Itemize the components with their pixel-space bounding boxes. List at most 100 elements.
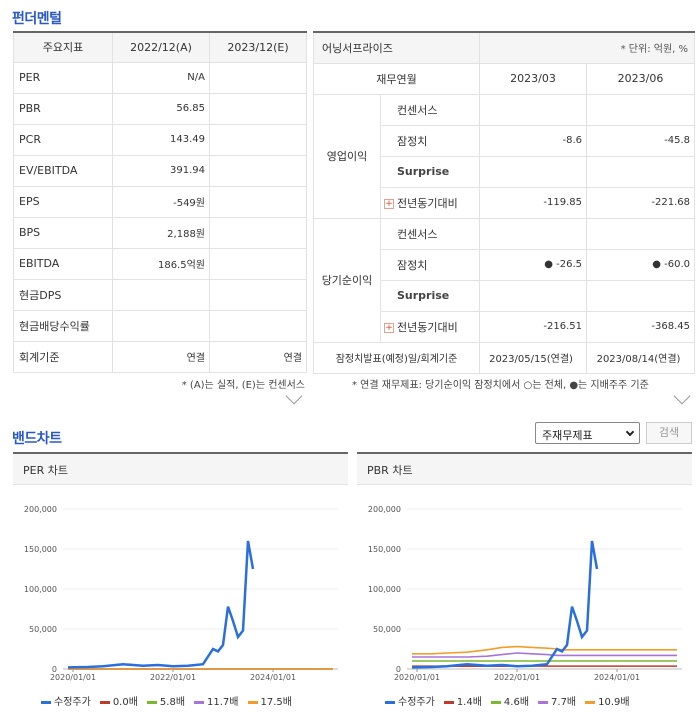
fundamental-row-label: PBR bbox=[13, 92, 113, 125]
band-chart-title: 밴드차트 bbox=[12, 431, 62, 447]
fundamental-row-estimate bbox=[209, 154, 307, 187]
fundamental-row-actual: 56.85 bbox=[112, 92, 210, 125]
chevron-down-icon bbox=[625, 427, 635, 437]
legend-item[interactable]: 5.8배 bbox=[146, 697, 186, 708]
legend-item[interactable]: 7.7배 bbox=[538, 697, 576, 708]
earnings-value-2023-03: -119.85 bbox=[479, 186, 587, 219]
earnings-value-2023-03: -8.6 bbox=[479, 124, 587, 157]
earnings-row-label-text: 전년동기대비 bbox=[397, 320, 458, 334]
fundamental-row-estimate bbox=[209, 247, 307, 280]
fundamental-row-actual bbox=[112, 278, 210, 311]
legend-label: 0.0배 bbox=[112, 697, 138, 708]
legend-label: 5.8배 bbox=[159, 697, 186, 708]
legend-item[interactable]: 17.5배 bbox=[247, 697, 292, 708]
per-chart-title: PER 차트 bbox=[13, 454, 348, 485]
earnings-row-label: 잠정치 bbox=[380, 124, 480, 157]
announce-date-2023-06: 2023/08/14(연결) bbox=[585, 341, 696, 374]
fundamental-row-estimate bbox=[209, 123, 307, 156]
legend-label: 수정주가 bbox=[398, 697, 435, 708]
earnings-unit: * 단위: 억원, % bbox=[478, 31, 696, 64]
legend-swatch bbox=[585, 700, 596, 704]
earnings-value-2023-06 bbox=[585, 217, 696, 250]
earnings-value-2023-03: -216.51 bbox=[479, 310, 587, 343]
statement-select-value: 주재무제표 bbox=[542, 429, 593, 442]
fundamental-row-actual bbox=[112, 309, 210, 342]
legend-item[interactable]: 11.7배 bbox=[194, 697, 239, 708]
fundamental-row: EPS -549원 bbox=[13, 185, 307, 218]
earnings-group-label: 영업이익 bbox=[313, 93, 381, 219]
earnings-value-2023-03: ● -26.5 bbox=[479, 248, 587, 281]
fundamental-row: EBITDA 186.5억원 bbox=[13, 247, 307, 280]
earnings-value-2023-03 bbox=[479, 279, 587, 312]
earnings-row-label: + 전년동기대비 bbox=[380, 186, 480, 219]
earnings-row-label: + 전년동기대비 bbox=[380, 310, 480, 343]
legend-swatch bbox=[538, 700, 549, 704]
legend-swatch bbox=[146, 700, 157, 704]
legend-item[interactable]: 1.4배 bbox=[443, 697, 482, 708]
fundamental-row: PER N/A bbox=[13, 61, 307, 94]
y-tick-label: 150,000 bbox=[24, 545, 57, 554]
fundamental-row: BPS 2,188원 bbox=[13, 216, 307, 249]
pbr-chart-panel: PBR 차트 200,000 150,000 100,000 50,000 0 2020/… bbox=[357, 452, 692, 710]
legend-swatch bbox=[490, 700, 501, 704]
col-header-period: 재무연월 bbox=[313, 62, 480, 95]
earnings-row-label: Surprise bbox=[380, 155, 480, 188]
y-tick-label: 50,000 bbox=[29, 625, 57, 634]
earnings-expand-chevron-icon[interactable] bbox=[673, 387, 691, 405]
fundamental-row-actual: -549원 bbox=[112, 185, 210, 218]
x-tick-label: 2020/01/01 bbox=[50, 673, 96, 682]
earnings-value-2023-06: -45.8 bbox=[585, 124, 696, 157]
expand-plus-icon[interactable]: + bbox=[384, 322, 394, 333]
legend-item[interactable]: 10.9배 bbox=[585, 697, 630, 708]
fundamental-row-estimate bbox=[209, 278, 307, 311]
legend-label: 1.4배 bbox=[456, 697, 482, 708]
fundamental-row-label: 회계기준 bbox=[13, 340, 113, 373]
legend-swatch bbox=[443, 700, 454, 704]
earnings-row-label: 잠정치 bbox=[380, 248, 480, 281]
earnings-value-2023-03 bbox=[479, 155, 587, 188]
legend-swatch bbox=[194, 700, 205, 704]
per-chart-panel: PER 차트 200,000 150,000 100,000 50,000 0 2020/… bbox=[13, 452, 348, 710]
fundamental-row-actual: 연결 bbox=[112, 340, 210, 373]
earnings-note: * 연결 재무제표: 당기순이익 잠정치에서 ○는 전체, ●는 지배주주 기준 bbox=[352, 380, 649, 391]
series-line bbox=[67, 540, 255, 669]
search-button[interactable]: 검색 bbox=[646, 422, 692, 444]
earnings-value-2023-06 bbox=[585, 93, 696, 126]
col-header-indicator: 주요지표 bbox=[13, 31, 113, 63]
statement-select[interactable]: 주재무제표 bbox=[535, 422, 640, 444]
x-tick-label: 2022/01/01 bbox=[494, 673, 540, 682]
fundamental-row-estimate bbox=[209, 309, 307, 342]
earnings-value-2023-06 bbox=[585, 279, 696, 312]
earnings-row-label: 컨센서스 bbox=[380, 217, 480, 250]
legend-item[interactable]: 4.6배 bbox=[490, 697, 529, 708]
legend-item[interactable]: 수정주가 bbox=[41, 697, 91, 708]
announce-date-2023-03: 2023/05/15(연결) bbox=[479, 341, 587, 374]
fundamental-row-actual: N/A bbox=[112, 61, 210, 94]
legend-item[interactable]: 0.0배 bbox=[99, 697, 138, 708]
earnings-value-2023-06 bbox=[585, 155, 696, 188]
legend-label: 11.7배 bbox=[207, 697, 239, 708]
legend-item[interactable]: 수정주가 bbox=[385, 697, 435, 708]
series-line bbox=[412, 645, 677, 655]
fundamental-row-estimate bbox=[209, 216, 307, 249]
fundamental-row-actual: 143.49 bbox=[112, 123, 210, 156]
legend-swatch bbox=[99, 700, 110, 704]
y-tick-label: 50,000 bbox=[373, 625, 401, 634]
x-tick-label: 2024/01/01 bbox=[250, 673, 296, 682]
legend-swatch bbox=[41, 700, 51, 704]
earnings-value-2023-03 bbox=[479, 93, 587, 126]
fundamental-row-estimate bbox=[209, 185, 307, 218]
pbr-chart-legend: 수정주가 1.4배 4.6배 7.7배 10.9배 bbox=[385, 693, 639, 708]
fundamental-row: 현금DPS bbox=[13, 278, 307, 311]
fundamental-row: 회계기준 연결 연결 bbox=[13, 340, 307, 373]
col-header-2023-06: 2023/06 bbox=[585, 62, 696, 95]
earnings-title: 어닝서프라이즈 bbox=[313, 31, 480, 64]
pbr-chart: 200,000150,000100,00050,00002020/01/01 20… bbox=[368, 505, 682, 682]
series-line bbox=[411, 540, 599, 669]
x-tick-label: 2022/01/01 bbox=[150, 673, 196, 682]
fundamental-row-label: 현금DPS bbox=[13, 278, 113, 311]
y-tick-label: 150,000 bbox=[368, 545, 401, 554]
fundamental-row: EV/EBITDA 391.94 bbox=[13, 154, 307, 187]
x-tick-label: 2020/01/01 bbox=[394, 673, 440, 682]
expand-plus-icon[interactable]: + bbox=[384, 198, 394, 209]
